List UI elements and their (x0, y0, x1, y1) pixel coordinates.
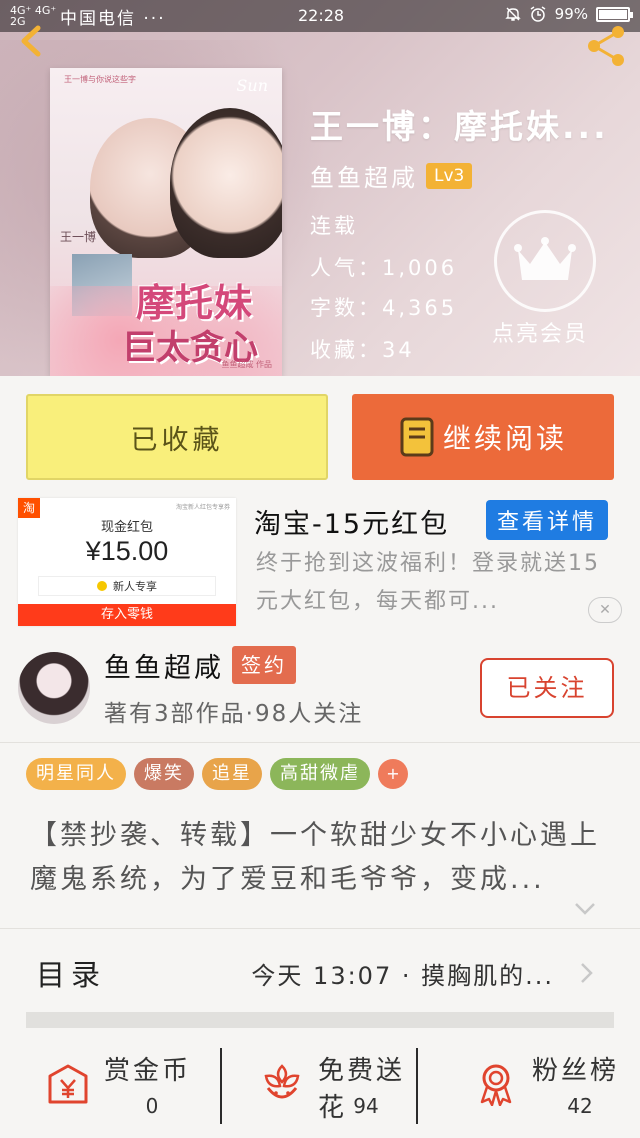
ad-card-title: 现金红包 (100, 520, 153, 535)
reward-coin-value: 0 (145, 1094, 159, 1118)
medal-icon (480, 1064, 512, 1106)
tag-list: 明星同人 爆笑 追星 高甜微虐 + (26, 758, 408, 790)
ad-card-newbie-label: 新人专享 (113, 580, 157, 593)
popularity-value: 1,006 (382, 256, 458, 280)
serial-status: 连载 (310, 214, 358, 238)
vertical-divider (220, 1048, 222, 1124)
signed-badge: 签约 (232, 646, 296, 684)
cover-name: 王一博 (60, 230, 97, 244)
ad-close-icon[interactable]: ✕ (588, 597, 622, 623)
carrier-name: 中国电信 ··· (60, 8, 166, 29)
ad-title[interactable]: 淘宝-15元红包 (254, 502, 449, 541)
tag-chip[interactable]: 高甜微虐 (270, 758, 370, 790)
tag-chip[interactable]: 爆笑 (134, 758, 194, 790)
tag-chip[interactable]: 追星 (202, 758, 262, 790)
battery-percent: 99% (554, 5, 588, 23)
reward-coin-button[interactable]: 赏金币 0 (0, 1040, 210, 1138)
author-card-name[interactable]: 鱼鱼超咸 (104, 646, 224, 685)
fan-ranking-label: 粉丝榜 (532, 1056, 620, 1086)
continue-reading-label: 继续阅读 (442, 422, 567, 455)
book-header: 4G⁺ 4G⁺ 2G 中国电信 ··· 22:28 99% 王一博与你说这些字 … (0, 0, 640, 376)
ad-description: 终于抢到这波福利！登录就送15元大红包，每天都可... (256, 551, 600, 614)
ad-card-amount: ¥15.00 (85, 536, 169, 566)
reward-coin-label: 赏金币 (104, 1056, 192, 1086)
continue-reading-button[interactable]: 继续阅读 (352, 394, 614, 480)
fan-ranking-button[interactable]: 粉丝榜 42 (428, 1040, 638, 1138)
word-count-value: 4,365 (382, 296, 458, 320)
divider (0, 742, 640, 743)
share-icon[interactable] (584, 24, 628, 68)
clock: 22:28 (298, 6, 345, 25)
flower-icon (264, 1064, 300, 1099)
cover-author-credit: 鱼鱼超咸 作品 (221, 360, 272, 369)
section-separator (26, 1012, 614, 1028)
book-icon (400, 417, 434, 457)
author-name[interactable]: 鱼鱼超咸 (310, 158, 418, 193)
word-count-label: 字数： (310, 296, 382, 320)
cover-signature: Sun (236, 76, 268, 95)
crown-icon (514, 237, 576, 280)
favorites-value: 34 (382, 338, 415, 362)
chevron-down-icon[interactable] (574, 902, 596, 916)
level-badge: Lv3 (426, 162, 473, 189)
book-cover[interactable]: 王一博与你说这些字 Sun 王一博 摩托妹 巨太贪心 鱼鱼超咸 作品 (50, 68, 282, 376)
vertical-divider (416, 1048, 418, 1124)
fan-ranking-value: 42 (567, 1094, 593, 1118)
favorites-row: 收藏：34 (310, 334, 415, 364)
author-row: 鱼鱼超咸 Lv3 (310, 158, 473, 193)
popularity-row: 人气：1,006 (310, 252, 457, 282)
word-count-row: 字数：4,365 (310, 292, 457, 322)
back-arrow-icon[interactable] (14, 24, 48, 58)
avatar[interactable] (18, 652, 90, 724)
bottom-action-bar: 赏金币 0 免费送花 94 粉丝榜 42 (0, 1040, 640, 1138)
ad-detail-button[interactable]: 查看详情 (486, 500, 608, 540)
favorites-label: 收藏： (310, 338, 382, 362)
status-bar: 4G⁺ 4G⁺ 2G 中国电信 ··· 22:28 99% (0, 0, 640, 32)
author-stats: 著有3部作品·98人关注 (104, 701, 364, 727)
author-card[interactable]: 鱼鱼超咸 签约 著有3部作品·98人关注 已关注 (0, 636, 640, 740)
mute-icon (504, 7, 521, 21)
book-title: 王一博：摩托妹... (310, 107, 609, 146)
cover-portrait-right (170, 108, 282, 258)
add-tag-button[interactable]: + (378, 759, 408, 789)
chevron-right-icon[interactable] (580, 962, 594, 984)
vip-label[interactable]: 点亮会员 (492, 316, 588, 348)
cover-title: 摩托妹 (136, 280, 254, 325)
battery-icon (596, 6, 633, 22)
taobao-logo: 淘 (18, 498, 40, 518)
follow-button[interactable]: 已关注 (480, 658, 614, 718)
tag-chip[interactable]: 明星同人 (26, 758, 126, 790)
popularity-label: 人气： (310, 256, 382, 280)
collected-button[interactable]: 已收藏 (26, 394, 328, 480)
ad-card-small-text: 淘宝新人红包专享券 (175, 504, 230, 511)
alarm-icon (530, 6, 546, 22)
status-icons: 99% (504, 5, 633, 23)
toc-label: 目录 (36, 958, 107, 992)
ad-image[interactable]: 淘 淘宝新人红包专享券 现金红包 ¥15.00 新人专享 存入零钱 (18, 498, 236, 626)
coin-icon (97, 581, 107, 591)
ad-card-deposit: 存入零钱 (18, 604, 236, 626)
cover-top-text: 王一博与你说这些字 (64, 75, 136, 84)
table-of-contents-row[interactable]: 目录 今天 13:07 · 摸胸肌的... (0, 928, 640, 1010)
send-flower-value: 94 (353, 1094, 379, 1118)
latest-chapter: 今天 13:07 · 摸胸肌的... (251, 962, 554, 990)
synopsis[interactable]: 【禁抄袭、转载】一个软甜少女不小心遇上魔鬼系统，为了爱豆和毛爷爷，变成... (30, 814, 610, 902)
reward-coin-icon (48, 1064, 88, 1104)
ad-card-newbie: 新人专享 (38, 576, 216, 596)
send-flower-button[interactable]: 免费送花 94 (214, 1040, 424, 1138)
vip-button[interactable] (494, 210, 596, 312)
